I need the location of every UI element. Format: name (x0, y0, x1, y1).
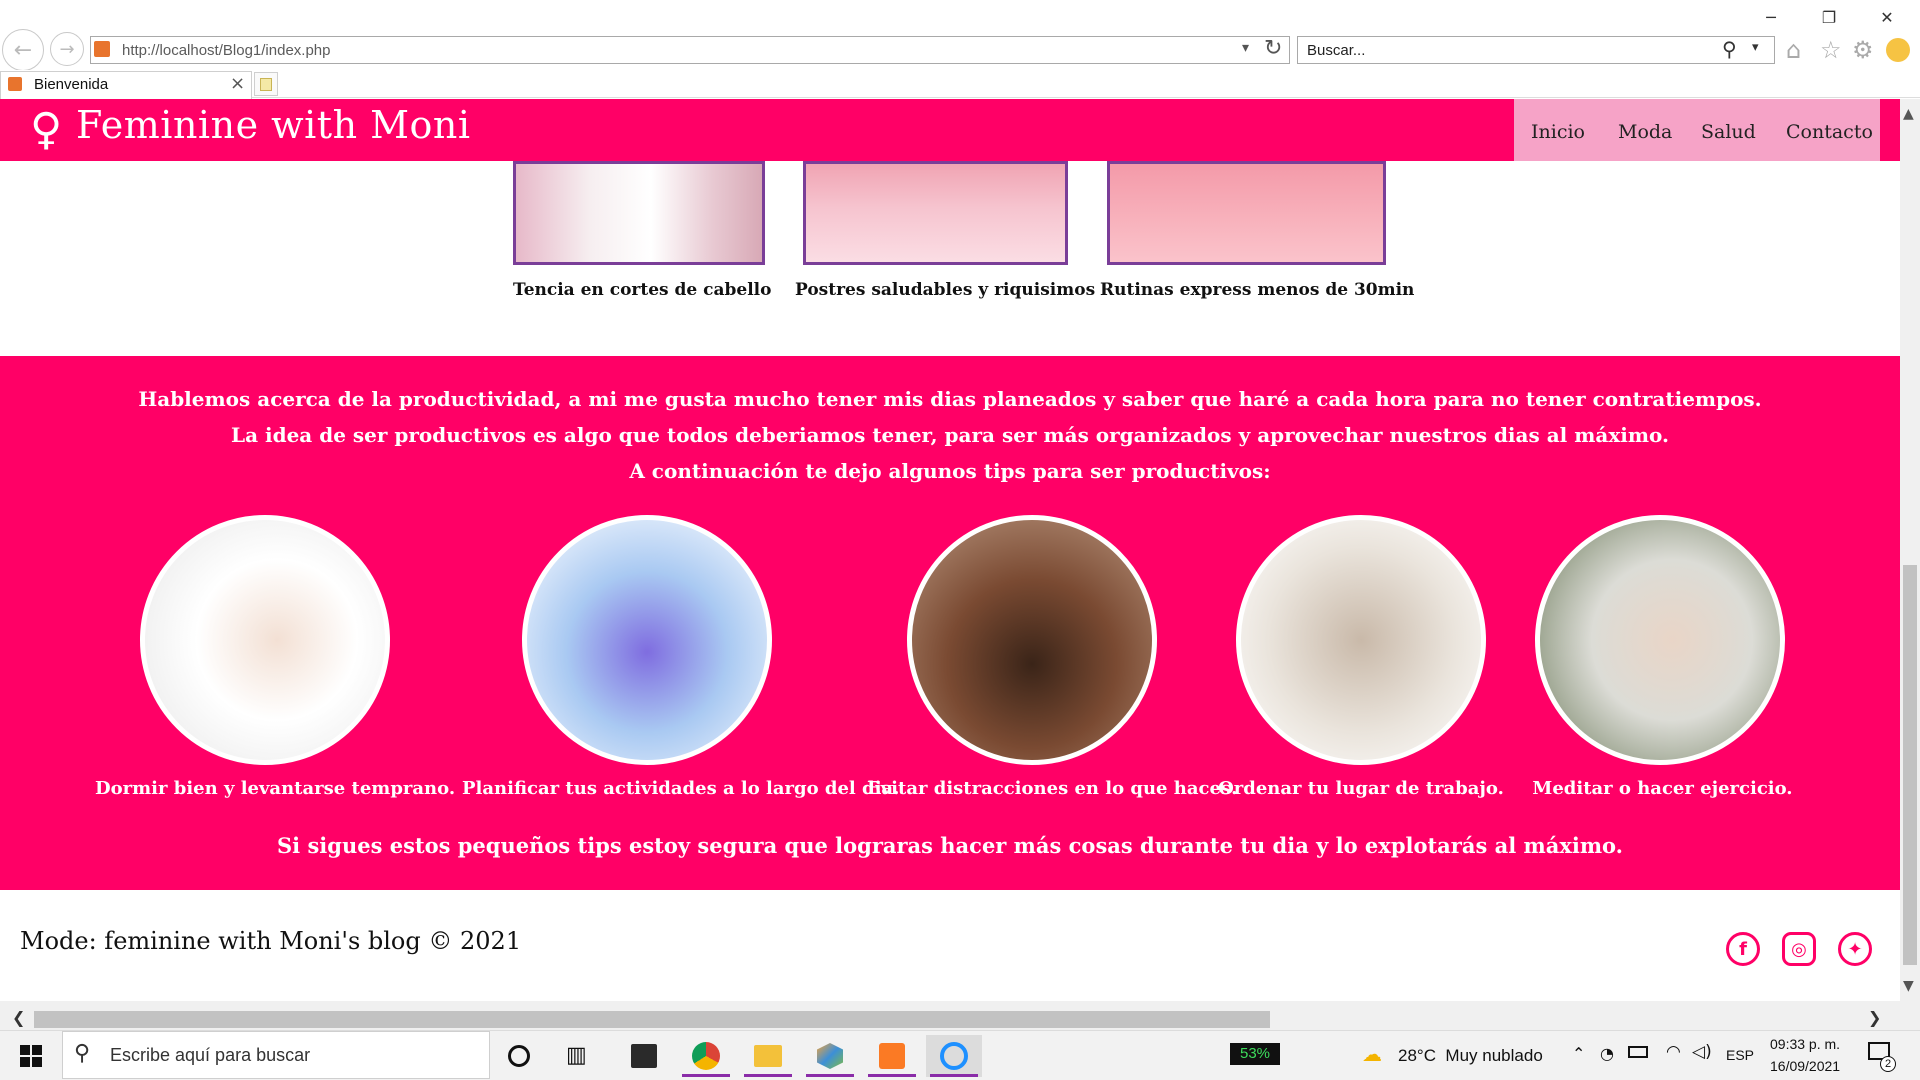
search-icon[interactable]: ⚲ (1722, 37, 1737, 61)
footer-copyright: Mode: feminine with Moni's blog © 2021 (20, 927, 522, 955)
intro-line: Hablemos acerca de la productividad, a m… (138, 387, 1762, 411)
thumbnail-label[interactable]: Tencia en cortes de cabello (513, 280, 771, 300)
browser-search-input[interactable] (1297, 36, 1775, 64)
tab-favicon-icon (8, 77, 22, 91)
cortana-icon[interactable] (508, 1045, 530, 1067)
tab-close-icon[interactable]: × (230, 73, 245, 94)
intro-line: La idea de ser productivos es algo que t… (231, 423, 1669, 447)
tip-label: Evitar distracciones en lo que haces. (867, 778, 1238, 799)
nav-moda[interactable]: Moda (1618, 121, 1672, 143)
forward-arrow-icon: → (59, 38, 75, 60)
folder-icon (754, 1045, 782, 1067)
weather-cloud-icon[interactable]: ☁ (1362, 1042, 1382, 1066)
tip-meditation-image (1535, 515, 1785, 765)
browser-search-placeholder: Buscar... (1307, 42, 1366, 59)
refresh-icon[interactable]: ↻ (1264, 36, 1282, 61)
taskbar-ie-app[interactable] (926, 1035, 982, 1077)
xampp-icon (879, 1043, 905, 1069)
restore-icon[interactable]: ❐ (1814, 8, 1844, 28)
tip-label: Ordenar tu lugar de trabajo. (1218, 778, 1504, 799)
home-icon[interactable]: ⌂ (1786, 36, 1801, 64)
close-window-icon[interactable]: ✕ (1872, 8, 1902, 28)
store-icon (631, 1044, 657, 1068)
battery-icon[interactable] (1628, 1046, 1648, 1058)
search-dropdown-icon[interactable]: ▾ (1752, 40, 1759, 55)
favorites-star-icon[interactable]: ☆ (1820, 36, 1842, 64)
minimize-icon[interactable]: ─ (1756, 8, 1786, 28)
thumbnail-haircut-image[interactable] (513, 161, 765, 265)
address-dropdown-icon[interactable]: ▾ (1242, 40, 1249, 56)
female-symbol-icon: ♀ (30, 104, 63, 155)
tip-distractions-image (907, 515, 1157, 765)
address-text: http://localhost/Blog1/index.php (122, 42, 331, 59)
tip-label: Planificar tus actividades a lo largo de… (462, 778, 900, 799)
network-icon[interactable]: ◔ (1600, 1044, 1614, 1063)
vertical-scroll-thumb[interactable] (1903, 565, 1917, 965)
instagram-icon[interactable]: ◎ (1782, 932, 1816, 966)
nav-inicio[interactable]: Inicio (1531, 121, 1585, 143)
taskbar-store-app[interactable] (616, 1035, 672, 1077)
taskbar-search-icon: ⚲ (74, 1041, 91, 1066)
twitter-icon[interactable]: ✦ (1838, 932, 1872, 966)
taskbar-chrome-app[interactable] (678, 1035, 734, 1077)
new-tab-icon (260, 78, 272, 91)
battery-meter: 53% (1230, 1043, 1280, 1065)
site-favicon-icon (94, 41, 110, 57)
task-view-icon[interactable]: ▥ (566, 1043, 587, 1068)
tab-title: Bienvenida (34, 76, 109, 93)
new-tab-button[interactable] (254, 72, 278, 96)
tip-label: Dormir bien y levantarse temprano. (95, 778, 456, 799)
feedback-smiley-icon[interactable] (1886, 38, 1910, 62)
language-indicator[interactable]: ESP (1726, 1047, 1754, 1063)
notification-count-badge: 2 (1880, 1056, 1896, 1072)
forward-button[interactable]: → (50, 32, 84, 66)
tray-chevron-icon[interactable]: ⌃ (1572, 1044, 1585, 1063)
weather-text[interactable]: 28°C Muy nublado (1398, 1046, 1543, 1066)
tab-strip (0, 70, 1920, 98)
scroll-down-icon[interactable]: ▼ (1903, 978, 1914, 994)
wifi-icon[interactable]: ◠ (1666, 1042, 1681, 1062)
back-arrow-icon: ← (13, 37, 33, 63)
windows-start-icon[interactable] (20, 1045, 42, 1067)
intro-line: A continuación te dejo algunos tips para… (629, 459, 1271, 483)
taskbar-xampp-app[interactable] (864, 1035, 920, 1077)
scroll-right-icon[interactable]: ❯ (1868, 1008, 1881, 1027)
tip-planning-image (522, 515, 772, 765)
horizontal-scroll-thumb[interactable] (34, 1011, 1270, 1028)
tip-sleep-image (140, 515, 390, 765)
clock-date[interactable]: 16/09/2021 (1770, 1058, 1840, 1074)
site-logo-text[interactable]: Feminine with Moni (76, 103, 471, 147)
thumbnail-label[interactable]: Rutinas express menos de 30min (1100, 280, 1414, 300)
thumbnail-label[interactable]: Postres saludables y riquisimos (795, 280, 1095, 300)
volume-icon[interactable]: ◁) (1692, 1042, 1712, 1062)
tip-workspace-image (1236, 515, 1486, 765)
scroll-left-icon[interactable]: ❮ (12, 1008, 25, 1027)
back-button[interactable]: ← (2, 29, 44, 71)
thumbnail-workout-image[interactable] (1107, 161, 1386, 265)
chrome-icon (692, 1042, 720, 1070)
facebook-icon[interactable]: f (1726, 932, 1760, 966)
nav-contacto[interactable]: Contacto (1786, 121, 1873, 143)
netbeans-cube-icon (817, 1043, 843, 1069)
taskbar-netbeans-app[interactable] (802, 1035, 858, 1077)
taskbar-search-placeholder: Escribe aquí para buscar (110, 1045, 311, 1065)
clock-time[interactable]: 09:33 p. m. (1770, 1036, 1840, 1052)
taskbar-explorer-app[interactable] (740, 1035, 796, 1077)
settings-gear-icon[interactable]: ⚙ (1852, 36, 1874, 64)
scroll-up-icon[interactable]: ▲ (1903, 106, 1914, 122)
thumbnail-desserts-image[interactable] (803, 161, 1068, 265)
internet-explorer-icon (940, 1042, 968, 1070)
tip-label: Meditar o hacer ejercicio. (1532, 778, 1793, 799)
closing-text: Si sigues estos pequeños tips estoy segu… (277, 833, 1623, 858)
nav-salud[interactable]: Salud (1701, 121, 1756, 143)
